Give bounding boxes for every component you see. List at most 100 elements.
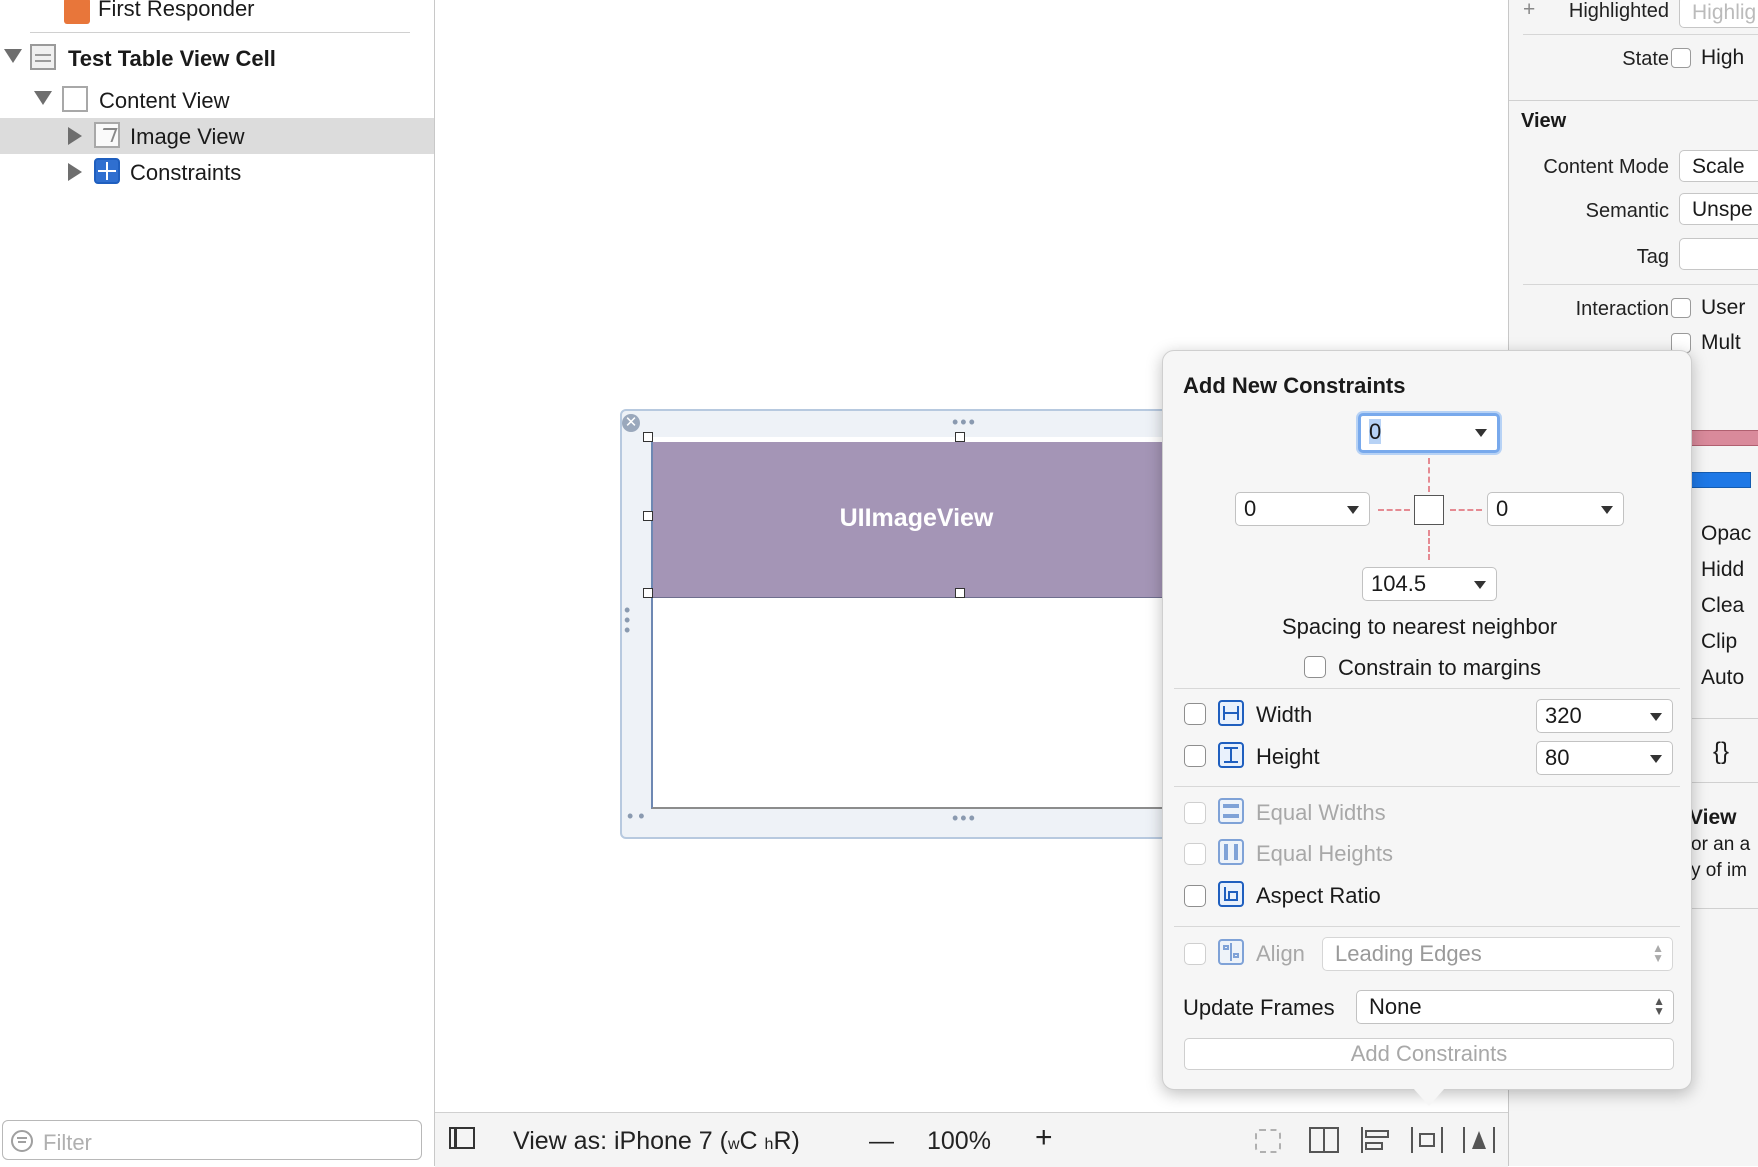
constrain-to-margins-checkbox[interactable] xyxy=(1304,656,1326,678)
content-mode-label: Content Mode xyxy=(1543,156,1669,178)
resize-handle[interactable] xyxy=(643,511,653,521)
leading-strut[interactable] xyxy=(1378,509,1410,511)
width-checkbox[interactable] xyxy=(1184,703,1206,725)
top-spacing-field[interactable]: 0 xyxy=(1358,413,1500,453)
multiple-touch-label: Mult xyxy=(1701,331,1741,354)
content-mode-popup[interactable]: Scale xyxy=(1679,150,1758,182)
semantic-label: Semantic xyxy=(1585,200,1669,222)
state-label: State xyxy=(1622,48,1669,70)
zoom-in-button[interactable]: + xyxy=(1035,1121,1053,1155)
align-icon[interactable] xyxy=(1361,1127,1391,1153)
image-view-icon xyxy=(94,122,120,148)
update-frames-popup[interactable]: None ▲ ▼ xyxy=(1356,990,1674,1024)
user-interaction-checkbox[interactable] xyxy=(1671,298,1691,318)
trailing-spacing-field[interactable]: 0 xyxy=(1487,492,1624,526)
align-checkbox[interactable] xyxy=(1184,943,1206,965)
braces-icon[interactable]: {} xyxy=(1713,738,1729,766)
disclosure-right-icon[interactable] xyxy=(68,127,82,145)
outline-item-content-view[interactable]: Content View xyxy=(0,82,434,118)
equal-widths-label: Equal Widths xyxy=(1256,800,1386,825)
state-checkbox[interactable] xyxy=(1671,48,1691,68)
width-value-field[interactable]: 320 xyxy=(1536,699,1673,733)
toggle-outline-icon[interactable] xyxy=(449,1127,475,1149)
equal-widths-checkbox[interactable] xyxy=(1184,802,1206,824)
dropdown-caret-icon[interactable] xyxy=(1347,506,1359,514)
drag-dots-vertical-icon[interactable]: • • • xyxy=(624,601,634,639)
update-frames-icon[interactable] xyxy=(1309,1127,1339,1153)
zoom-out-button[interactable]: — xyxy=(869,1127,894,1156)
hidden-label: Hidd xyxy=(1701,558,1745,581)
width-value: 320 xyxy=(1545,703,1582,728)
opaque-label: Opac xyxy=(1701,522,1752,545)
filter-field[interactable]: Filter xyxy=(2,1120,422,1160)
dropdown-caret-icon[interactable] xyxy=(1475,429,1487,437)
outline-divider xyxy=(30,32,410,33)
dropdown-caret-icon[interactable] xyxy=(1474,581,1486,589)
resize-corner-icon[interactable]: • • xyxy=(627,806,645,827)
add-constraints-icon[interactable] xyxy=(1411,1127,1443,1153)
width-size-class: C xyxy=(739,1127,758,1155)
divider xyxy=(1509,100,1758,101)
filter-placeholder: Filter xyxy=(43,1130,92,1155)
clip-to-bounds-label: Clip xyxy=(1701,630,1738,653)
semantic-popup[interactable]: Unspe xyxy=(1679,193,1758,225)
outline-item-label: Constraints xyxy=(130,160,242,185)
image-view[interactable]: UIImageView xyxy=(653,442,1180,598)
filter-icon xyxy=(11,1130,33,1152)
disclosure-down-icon[interactable] xyxy=(34,91,52,105)
resize-handle[interactable] xyxy=(955,588,965,598)
embed-in-stack-icon[interactable] xyxy=(1255,1129,1281,1153)
width-size-letter: w xyxy=(727,1136,740,1153)
trailing-strut[interactable] xyxy=(1450,509,1482,511)
outline-item-first-responder[interactable]: First Responder xyxy=(0,0,434,26)
width-constraint-icon xyxy=(1218,700,1244,726)
resolve-auto-layout-icon[interactable] xyxy=(1463,1127,1495,1153)
outline-item-test-table-view-cell[interactable]: Test Table View Cell xyxy=(0,40,434,76)
equal-heights-checkbox[interactable] xyxy=(1184,843,1206,865)
divider xyxy=(1523,284,1758,285)
view-as-label: View as: iPhone 7 ( xyxy=(513,1127,728,1155)
updown-chevron-icon: ▲ ▼ xyxy=(1653,994,1665,1018)
view-as-device[interactable]: View as: iPhone 7 (wC hR) xyxy=(513,1127,800,1156)
view-as-close-paren: ) xyxy=(791,1127,800,1155)
align-popup[interactable]: Leading Edges ▲ ▼ xyxy=(1322,937,1673,971)
interaction-label: Interaction xyxy=(1575,298,1669,320)
document-outline: First Responder Test Table View Cell Con… xyxy=(0,0,435,1166)
height-checkbox[interactable] xyxy=(1184,745,1206,767)
updown-chevron-icon: ▲ ▼ xyxy=(1652,941,1664,965)
height-label: Height xyxy=(1256,744,1320,769)
add-variation-icon[interactable]: + xyxy=(1523,0,1535,22)
drag-dots-icon[interactable]: ••• xyxy=(952,808,977,829)
clears-graphics-label: Clea xyxy=(1701,594,1745,617)
equal-heights-label: Equal Heights xyxy=(1256,841,1393,866)
dropdown-caret-icon[interactable] xyxy=(1601,506,1613,514)
height-value-field[interactable]: 80 xyxy=(1536,741,1673,775)
bottom-strut[interactable] xyxy=(1428,530,1430,560)
resize-handle[interactable] xyxy=(955,432,965,442)
dropdown-caret-icon[interactable] xyxy=(1650,713,1662,721)
disclosure-down-icon[interactable] xyxy=(4,49,22,63)
resize-handle[interactable] xyxy=(643,588,653,598)
outline-item-constraints[interactable]: Constraints xyxy=(0,154,434,190)
align-leading-icon xyxy=(1218,939,1244,965)
tag-field[interactable] xyxy=(1679,238,1758,270)
dropdown-caret-icon[interactable] xyxy=(1650,755,1662,763)
add-constraints-button-label: Add Constraints xyxy=(1350,1041,1508,1066)
highlighted-field[interactable]: Highlig xyxy=(1679,0,1758,28)
height-size-class: R xyxy=(773,1127,792,1155)
bottom-spacing-value: 104.5 xyxy=(1371,571,1427,596)
bottom-spacing-field[interactable]: 104.5 xyxy=(1362,567,1497,601)
drag-dots-icon[interactable]: ••• xyxy=(952,412,977,433)
top-strut[interactable] xyxy=(1428,458,1430,492)
aspect-ratio-checkbox[interactable] xyxy=(1184,885,1206,907)
close-scene-icon[interactable]: ✕ xyxy=(622,414,640,432)
highlighted-label: Highlighted xyxy=(1568,0,1669,22)
zoom-level: 100% xyxy=(927,1127,991,1155)
tag-label: Tag xyxy=(1636,246,1669,268)
disclosure-right-icon[interactable] xyxy=(68,163,82,181)
leading-spacing-field[interactable]: 0 xyxy=(1235,492,1370,526)
outline-item-image-view[interactable]: Image View xyxy=(0,118,434,154)
resize-handle[interactable] xyxy=(643,432,653,442)
add-constraints-button[interactable]: Add Constraints xyxy=(1184,1038,1674,1070)
outline-item-label: Test Table View Cell xyxy=(68,46,276,71)
